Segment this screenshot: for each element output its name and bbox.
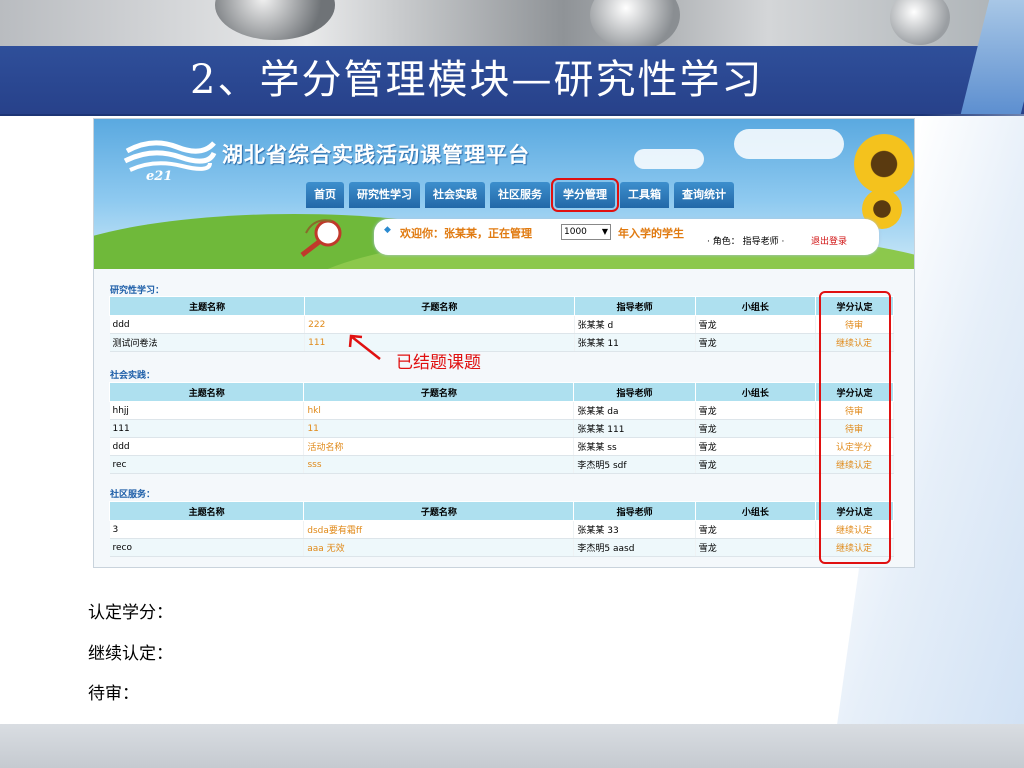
cell-subtopic-link[interactable]: hkl [303, 401, 575, 420]
credit-column-highlight [819, 291, 891, 564]
col-subtopic: 子题名称 [303, 501, 575, 521]
year-select[interactable]: 1000 ▼ [561, 224, 611, 240]
cell-leader: 雪龙 [695, 437, 817, 456]
cell-teacher: 张某某 33 [573, 520, 696, 539]
credit-table-social-practice: 主题名称 子题名称 指导老师 小组长 学分认定 hhjj hkl 张某某 da … [108, 382, 894, 474]
credit-table-community-service: 主题名称 子题名称 指导老师 小组长 学分认定 3 dsda要有霜ff 张某某 … [108, 501, 894, 557]
cell-topic: 111 [109, 419, 305, 438]
welcome-text: 欢迎你：张某某，正在管理 [400, 227, 532, 240]
nav-tab-toolbox[interactable]: 工具箱 [620, 182, 669, 208]
cell-leader: 雪龙 [695, 315, 817, 334]
cell-leader: 雪龙 [695, 455, 817, 474]
legend-item-continue: 继续认定： [88, 644, 173, 664]
cell-topic: ddd [109, 437, 305, 456]
cell-teacher: 张某某 111 [573, 419, 696, 438]
table-row: 测试问卷法 111 张某某 11 雪龙 继续认定 [109, 333, 894, 352]
cell-subtopic-link[interactable]: dsda要有霜ff [303, 520, 575, 539]
header-photo-strip [0, 0, 1024, 46]
cell-subtopic-link[interactable]: 11 [303, 419, 575, 438]
cell-topic: 测试问卷法 [109, 333, 306, 352]
cell-teacher: 张某某 11 [574, 333, 696, 352]
table-row: ddd 活动名称 张某某 ss 雪龙 认定学分 [109, 437, 894, 456]
table-row: reco aaa 无效 李杰明5 aasd 雪龙 继续认定 [109, 538, 894, 557]
cell-topic: rec [109, 455, 305, 474]
cell-teacher: 张某某 da [573, 401, 696, 420]
col-subtopic: 子题名称 [303, 382, 575, 402]
col-topic: 主题名称 [108, 296, 306, 316]
logo-text: e21 [146, 169, 173, 184]
welcome-bar: ◆ 欢迎你：张某某，正在管理 1000 ▼ 年入学的学生 · 角色： 指导老师 … [374, 219, 879, 255]
cell-teacher: 张某某 d [574, 315, 696, 334]
diamond-bullet-icon: ◆ [384, 225, 391, 235]
nav-tab-community-service[interactable]: 社区服务 [490, 182, 550, 208]
app-banner: e21 湖北省综合实践活动课管理平台 首页 研究性学习 社会实践 社区服务 学分… [94, 119, 914, 269]
main-nav: 首页 研究性学习 社会实践 社区服务 学分管理 工具箱 查询统计 [306, 178, 734, 212]
cell-subtopic-link[interactable]: sss [303, 455, 575, 474]
cell-topic: hhjj [109, 401, 305, 420]
nav-tab-home[interactable]: 首页 [306, 182, 344, 208]
table-row: ddd 222 张某某 d 雪龙 待审 [109, 315, 894, 334]
cell-topic: 3 [109, 520, 305, 539]
cloud [734, 129, 844, 159]
cell-leader: 雪龙 [695, 419, 817, 438]
year-select-value: 1000 [564, 227, 587, 237]
col-leader: 小组长 [694, 501, 817, 521]
cell-leader: 雪龙 [695, 401, 817, 420]
cell-subtopic-link[interactable]: aaa 无效 [303, 538, 575, 557]
table-row: 111 11 张某某 111 雪龙 待审 [109, 419, 894, 438]
cloud [634, 149, 704, 169]
welcome-suffix: 年入学的学生 [618, 227, 684, 240]
col-subtopic: 子题名称 [304, 296, 575, 316]
col-teacher: 指导老师 [573, 296, 696, 316]
sunflower-icon [854, 134, 914, 194]
nav-tab-research[interactable]: 研究性学习 [349, 182, 420, 208]
red-arrow-icon [348, 334, 381, 360]
cell-teacher: 张某某 ss [573, 437, 696, 456]
cell-leader: 雪龙 [695, 538, 817, 557]
cell-topic: reco [109, 538, 305, 557]
nav-tab-credit-management[interactable]: 学分管理 [551, 178, 619, 212]
cell-teacher: 李杰明5 aasd [573, 538, 696, 557]
table-row: hhjj hkl 张某某 da 雪龙 待审 [109, 401, 894, 420]
logout-link[interactable]: 退出登录 [811, 234, 847, 247]
role-text: · 角色： 指导老师 · [707, 237, 785, 247]
section-title-community-service: 社区服务： [110, 490, 156, 500]
legend-item-approved: 认定学分： [88, 603, 173, 623]
platform-name: 湖北省综合实践活动课管理平台 [222, 143, 530, 167]
col-topic: 主题名称 [108, 501, 305, 521]
cell-topic: ddd [109, 315, 306, 334]
table-row: rec sss 李杰明5 sdf 雪龙 继续认定 [109, 455, 894, 474]
credit-table-research: 主题名称 子题名称 指导老师 小组长 学分认定 ddd 222 张某某 d 雪龙… [108, 296, 894, 352]
cell-subtopic-link[interactable]: 活动名称 [303, 437, 575, 456]
col-leader: 小组长 [694, 382, 817, 402]
footer-band [0, 724, 1024, 768]
table-row: 3 dsda要有霜ff 张某某 33 雪龙 继续认定 [109, 520, 894, 539]
nav-tab-social-practice[interactable]: 社会实践 [425, 182, 485, 208]
cell-teacher: 李杰明5 sdf [573, 455, 696, 474]
magnifier-icon [300, 219, 342, 257]
col-teacher: 指导老师 [573, 501, 696, 521]
col-topic: 主题名称 [108, 382, 305, 402]
cell-leader: 雪龙 [695, 520, 817, 539]
annotation-note: 已结题课题 [396, 353, 481, 373]
section-title-social-practice: 社会实践： [110, 371, 156, 381]
chevron-down-icon: ▼ [601, 227, 608, 236]
app-screenshot: e21 湖北省综合实践活动课管理平台 首页 研究性学习 社会实践 社区服务 学分… [93, 118, 915, 568]
nav-tab-statistics[interactable]: 查询统计 [674, 182, 734, 208]
legend-item-pending: 待审： [88, 684, 139, 704]
slide-title: 2、学分管理模块—研究性学习 [190, 57, 764, 103]
cell-leader: 雪龙 [695, 333, 817, 352]
col-teacher: 指导老师 [573, 382, 696, 402]
col-leader: 小组长 [694, 296, 817, 316]
section-title-research: 研究性学习： [110, 286, 165, 296]
